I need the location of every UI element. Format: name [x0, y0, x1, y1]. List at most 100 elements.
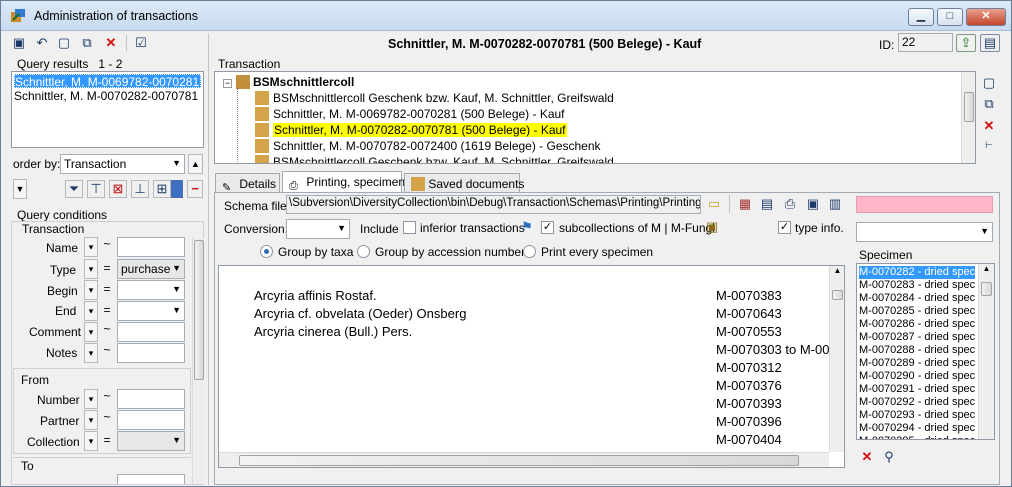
add-filter-icon[interactable]: ⊤ [87, 180, 105, 198]
end-date-picker[interactable]: ▼ [117, 301, 185, 321]
scroll-up-icon[interactable]: ▲ [979, 264, 994, 273]
list-item[interactable]: Schnittler, M. M-0070282-0070781 (500 Be… [14, 89, 201, 103]
order-by-select[interactable]: Transaction ▼ [60, 154, 185, 174]
close-button[interactable]: ✕ [966, 8, 1006, 26]
collection-icon[interactable]: ▣ [704, 219, 720, 235]
tree-node[interactable]: Schnittler, M. M-0070782-0072400 (1619 B… [255, 138, 601, 154]
print-every-specimen-radio[interactable] [523, 245, 536, 258]
inferior-transactions-checkbox[interactable] [403, 221, 416, 234]
specimen-list-item[interactable]: M-0070294 - dried specim [859, 422, 975, 435]
save-document-icon[interactable]: ▣ [805, 196, 821, 212]
option-button[interactable]: ▾ [84, 237, 98, 257]
specimen-list-item[interactable]: M-0070286 - dried specim [859, 318, 975, 331]
minus-icon[interactable]: − [187, 180, 203, 198]
filter-plus-icon[interactable]: ⊥ [131, 180, 149, 198]
tab-printing-specimen[interactable]: ⎙ Printing, specimen [282, 171, 405, 193]
option-button[interactable]: ▾ [84, 322, 98, 342]
conditions-scrollbar[interactable] [192, 238, 204, 484]
option-button[interactable]: ▾ [84, 343, 98, 363]
copy-transaction-icon[interactable]: ⧉ [981, 96, 997, 112]
specimen-list-item[interactable]: M-0070293 - dried specim [859, 409, 975, 422]
undo-icon[interactable]: ↶ [34, 35, 50, 51]
binoculars-icon[interactable]: ⚲ [881, 449, 897, 465]
delete-transaction-icon[interactable]: ✕ [981, 118, 997, 134]
splitter[interactable] [208, 33, 209, 485]
browse-icon[interactable]: ▤ [980, 34, 1000, 52]
group-by-accession-radio[interactable] [357, 245, 370, 258]
barcode-icon[interactable]: ▥ [827, 196, 843, 212]
save-icon[interactable]: ▣ [11, 35, 27, 51]
specimen-list-item[interactable]: M-0070292 - dried specim [859, 396, 975, 409]
maximize-button[interactable]: □ [937, 8, 963, 26]
partner-input[interactable] [117, 410, 185, 430]
option-button[interactable]: ▾ [84, 389, 98, 409]
specimen-list-item[interactable]: M-0070290 - dried specim [859, 370, 975, 383]
remove-filter-icon[interactable]: ⊠ [109, 180, 127, 198]
specimen-list-item[interactable]: M-0070291 - dried specim [859, 383, 975, 396]
filter-icon[interactable]: ⏷ [65, 180, 83, 198]
specimen-list-item[interactable]: M-0070282 - dried specim [859, 266, 975, 279]
tree-node[interactable]: BSMschnittlercoll Geschenk bzw. Kauf, M.… [255, 154, 614, 163]
new-transaction-icon[interactable]: ▢ [981, 75, 997, 91]
specimen-list-item[interactable]: M-0070283 - dried specim [859, 279, 975, 292]
option-button[interactable]: ▾ [84, 431, 98, 451]
specimen-list-item[interactable]: M-0070285 - dried specim [859, 305, 975, 318]
begin-date-picker[interactable]: ▼ [117, 280, 185, 300]
generate-icon[interactable]: ▦ [737, 196, 753, 212]
option-button[interactable]: ▾ [84, 259, 98, 279]
preview-horizontal-scrollbar[interactable] [219, 452, 829, 467]
option-button[interactable]: ▾ [84, 410, 98, 430]
document-icon[interactable]: ▤ [759, 196, 775, 212]
print-icon[interactable]: ⎙ [782, 196, 798, 212]
group-by-taxa-radio[interactable] [260, 245, 273, 258]
number-input[interactable] [117, 389, 185, 409]
name-input[interactable] [117, 237, 185, 257]
option-button[interactable]: ▾ [84, 280, 98, 300]
type-select[interactable]: purchase ▼ [117, 259, 185, 279]
specimen-scrollbar[interactable]: ▲ [978, 264, 994, 439]
specimen-list-item[interactable]: M-0070287 - dried specim [859, 331, 975, 344]
minimize-button[interactable]: ▁ [908, 8, 934, 26]
delete-icon[interactable]: ✕ [103, 35, 119, 51]
query-results-list[interactable]: Schnittler, M. M-0069782-0070281 (500 Sc… [11, 71, 204, 148]
specimen-list-item[interactable]: M-0070288 - dried specim [859, 344, 975, 357]
option-button[interactable]: ▾ [84, 301, 98, 321]
list-item[interactable]: Schnittler, M. M-0069782-0070281 (500 [14, 74, 201, 88]
remove-specimen-icon[interactable]: ✕ [859, 449, 875, 465]
tree-node[interactable]: BSMschnittlercoll Geschenk bzw. Kauf, M.… [255, 90, 614, 106]
specimen-list[interactable]: ▲ M-0070282 - dried specim M-0070283 - dr… [856, 263, 995, 440]
copy-icon[interactable]: ⧉ [79, 35, 95, 51]
transaction-tree[interactable]: − BSMschnittlercoll BSMschnittlercoll Ges… [214, 71, 976, 164]
filter-list-icon[interactable]: ⊞ [153, 180, 171, 198]
tree-root-node[interactable]: − BSMschnittlercoll [223, 74, 354, 90]
specimen-list-item[interactable]: M-0070295 - dried specim [859, 435, 975, 439]
document-preview[interactable]: Arcyria affinis Rostaf. Arcyria cf. obve… [218, 265, 845, 468]
tree-node[interactable]: Schnittler, M. M-0069782-0070281 (500 Be… [255, 106, 565, 122]
subcollections-checkbox[interactable]: ✓ [541, 221, 554, 234]
specimen-filter-select[interactable]: ▼ [856, 222, 993, 242]
tree-collapse-icon[interactable]: − [223, 79, 232, 88]
to-field[interactable] [117, 474, 185, 484]
id-field[interactable]: 22 [898, 33, 953, 52]
list-icon[interactable] [171, 180, 183, 198]
save-record-icon[interactable]: ⇪ [956, 34, 976, 52]
new-icon[interactable]: ▢ [56, 35, 72, 51]
tree-scrollbar[interactable] [961, 72, 975, 163]
comment-input[interactable] [117, 322, 185, 342]
collection-select[interactable]: ▼ [117, 431, 185, 451]
open-folder-icon[interactable]: ▭ [706, 196, 722, 212]
checkbox-icon[interactable]: ☑ [133, 35, 149, 51]
type-info-checkbox[interactable]: ✓ [778, 221, 791, 234]
set-parent-icon[interactable]: ⊢ [979, 141, 999, 159]
preview-vertical-scrollbar[interactable]: ▲ [829, 266, 844, 452]
tab-saved-documents[interactable]: Saved documents [404, 173, 524, 193]
schema-file-field[interactable]: \Subversion\DiversityCollection\bin\Debu… [286, 195, 701, 214]
specimen-list-item[interactable]: M-0070284 - dried specim [859, 292, 975, 305]
collapse-button[interactable]: ▼ [13, 179, 27, 199]
tree-node-selected[interactable]: Schnittler, M. M-0070282-0070781 (500 Be… [255, 122, 567, 138]
conversion-select[interactable]: ▼ [286, 219, 350, 239]
notes-input[interactable] [117, 343, 185, 363]
sort-up-button[interactable]: ▲ [188, 154, 203, 174]
specimen-list-item[interactable]: M-0070289 - dried specim [859, 357, 975, 370]
scroll-up-icon[interactable]: ▲ [830, 266, 844, 275]
